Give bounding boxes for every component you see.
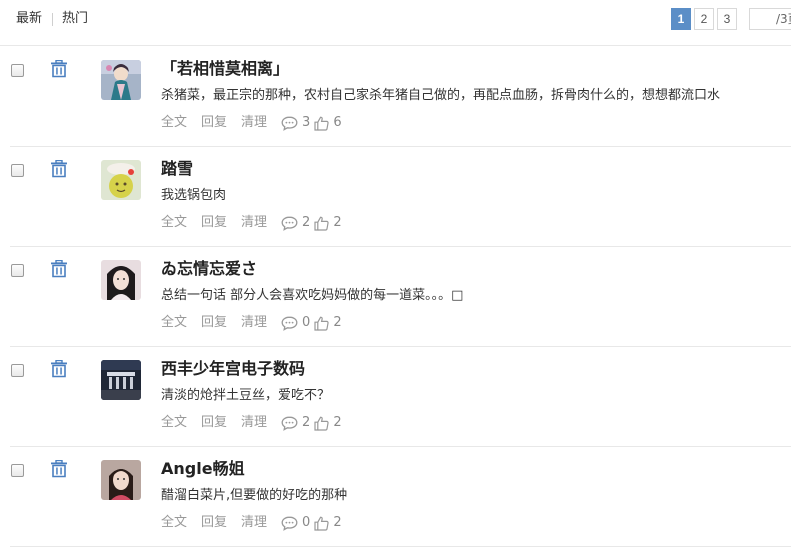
like-count-value: 2 (333, 315, 342, 330)
full-text-link[interactable]: 全文 (161, 214, 187, 232)
reply-count[interactable]: 2 (281, 414, 314, 432)
comment-bubble-icon (281, 316, 298, 331)
comment-actions: 全文 回复 清理 2 2 (161, 214, 346, 232)
thumbs-up-icon (314, 516, 329, 531)
like-count[interactable]: 2 (314, 214, 345, 232)
comment-item: ゐ忘情忘爱さ 总结一句话 部分人会喜欢吃妈妈做的每一道菜。。。□ 全文 回复 清… (10, 247, 791, 347)
page-total-label: /3页 (776, 12, 791, 26)
select-checkbox[interactable] (11, 64, 24, 77)
avatar[interactable] (101, 460, 141, 500)
comment-bubble-icon (281, 216, 298, 231)
reply-count-value: 0 (302, 315, 311, 330)
page-jump-input[interactable]: /3页 (749, 8, 791, 30)
full-text-link[interactable]: 全文 (161, 314, 187, 332)
tab-hot[interactable]: 热门 (62, 10, 88, 28)
comment-item: 「若相惜莫相离」 杀猪菜，最正宗的那种，农村自己家杀年猪自己做的，再配点血肠，拆… (10, 47, 791, 147)
author-name[interactable]: 「若相惜莫相离」 (161, 59, 289, 79)
reply-count-value: 2 (302, 415, 311, 430)
pagination: 1 2 3 /3页 (671, 8, 791, 30)
author-name[interactable]: Angle畅姐 (161, 459, 245, 479)
trash-icon[interactable] (50, 59, 68, 78)
reply-count-value: 3 (302, 115, 311, 130)
page-2-button[interactable]: 2 (694, 8, 714, 30)
like-count[interactable]: 2 (314, 414, 345, 432)
like-count-value: 6 (333, 115, 342, 130)
reply-count[interactable]: 0 (281, 514, 314, 532)
like-count-value: 2 (333, 215, 342, 230)
thumbs-up-icon (314, 416, 329, 431)
comment-item: 踏雪 我选锅包肉 全文 回复 清理 2 2 (10, 147, 791, 247)
trash-icon[interactable] (50, 359, 68, 378)
comment-bubble-icon (281, 416, 298, 431)
tab-latest[interactable]: 最新 (16, 10, 42, 28)
like-count-value: 2 (333, 515, 342, 530)
thumbs-up-icon (314, 216, 329, 231)
comment-actions: 全文 回复 清理 2 2 (161, 414, 346, 432)
avatar[interactable] (101, 360, 141, 400)
comment-text: 清淡的炝拌土豆丝，爱吃不？ (161, 388, 331, 403)
reply-link[interactable]: 回复 (201, 514, 227, 532)
clear-link[interactable]: 清理 (241, 414, 267, 432)
tab-divider (52, 12, 54, 26)
comment-list: 「若相惜莫相离」 杀猪菜，最正宗的那种，农村自己家杀年猪自己做的，再配点血肠，拆… (0, 47, 791, 547)
select-checkbox[interactable] (11, 364, 24, 377)
comment-text: 杀猪菜，最正宗的那种，农村自己家杀年猪自己做的，再配点血肠，拆骨肉什么的，想想都… (161, 88, 721, 103)
page-1-button[interactable]: 1 (671, 8, 691, 30)
trash-icon[interactable] (50, 459, 68, 478)
select-checkbox[interactable] (11, 164, 24, 177)
clear-link[interactable]: 清理 (241, 114, 267, 132)
avatar[interactable] (101, 160, 141, 200)
thumbs-up-icon (314, 116, 329, 131)
comment-actions: 全文 回复 清理 0 2 (161, 314, 346, 332)
reply-count[interactable]: 3 (281, 114, 314, 132)
author-name[interactable]: ゐ忘情忘爱さ (161, 259, 257, 279)
like-count[interactable]: 2 (314, 314, 345, 332)
reply-count-value: 2 (302, 215, 311, 230)
top-bar: 最新 热门 1 2 3 /3页 (0, 0, 791, 46)
comment-text: 我选锅包肉 (161, 188, 227, 203)
full-text-link[interactable]: 全文 (161, 114, 187, 132)
avatar[interactable] (101, 60, 141, 100)
comment-bubble-icon (281, 116, 298, 131)
comment-bubble-icon (281, 516, 298, 531)
reply-link[interactable]: 回复 (201, 314, 227, 332)
trash-icon[interactable] (50, 259, 68, 278)
clear-link[interactable]: 清理 (241, 214, 267, 232)
comment-actions: 全文 回复 清理 3 6 (161, 114, 346, 132)
like-count-value: 2 (333, 415, 342, 430)
comment-item: 西丰少年宫电子数码 清淡的炝拌土豆丝，爱吃不？ 全文 回复 清理 2 2 (10, 347, 791, 447)
select-checkbox[interactable] (11, 464, 24, 477)
reply-count[interactable]: 0 (281, 314, 314, 332)
clear-link[interactable]: 清理 (241, 514, 267, 532)
clear-link[interactable]: 清理 (241, 314, 267, 332)
trash-icon[interactable] (50, 159, 68, 178)
sort-tabs: 最新 热门 (16, 10, 88, 28)
select-checkbox[interactable] (11, 264, 24, 277)
page-3-button[interactable]: 3 (717, 8, 737, 30)
like-count[interactable]: 6 (314, 114, 345, 132)
reply-count[interactable]: 2 (281, 214, 314, 232)
like-count[interactable]: 2 (314, 514, 345, 532)
comment-item: Angle畅姐 醋溜白菜片,但要做的好吃的那种 全文 回复 清理 0 2 (10, 447, 791, 547)
full-text-link[interactable]: 全文 (161, 414, 187, 432)
comment-actions: 全文 回复 清理 0 2 (161, 514, 346, 532)
reply-count-value: 0 (302, 515, 311, 530)
avatar[interactable] (101, 260, 141, 300)
author-name[interactable]: 西丰少年宫电子数码 (161, 359, 305, 379)
thumbs-up-icon (314, 316, 329, 331)
full-text-link[interactable]: 全文 (161, 514, 187, 532)
reply-link[interactable]: 回复 (201, 114, 227, 132)
author-name[interactable]: 踏雪 (161, 159, 193, 179)
reply-link[interactable]: 回复 (201, 414, 227, 432)
comment-text: 总结一句话 部分人会喜欢吃妈妈做的每一道菜。。。□ (161, 288, 464, 303)
reply-link[interactable]: 回复 (201, 214, 227, 232)
comment-text: 醋溜白菜片,但要做的好吃的那种 (161, 488, 348, 503)
